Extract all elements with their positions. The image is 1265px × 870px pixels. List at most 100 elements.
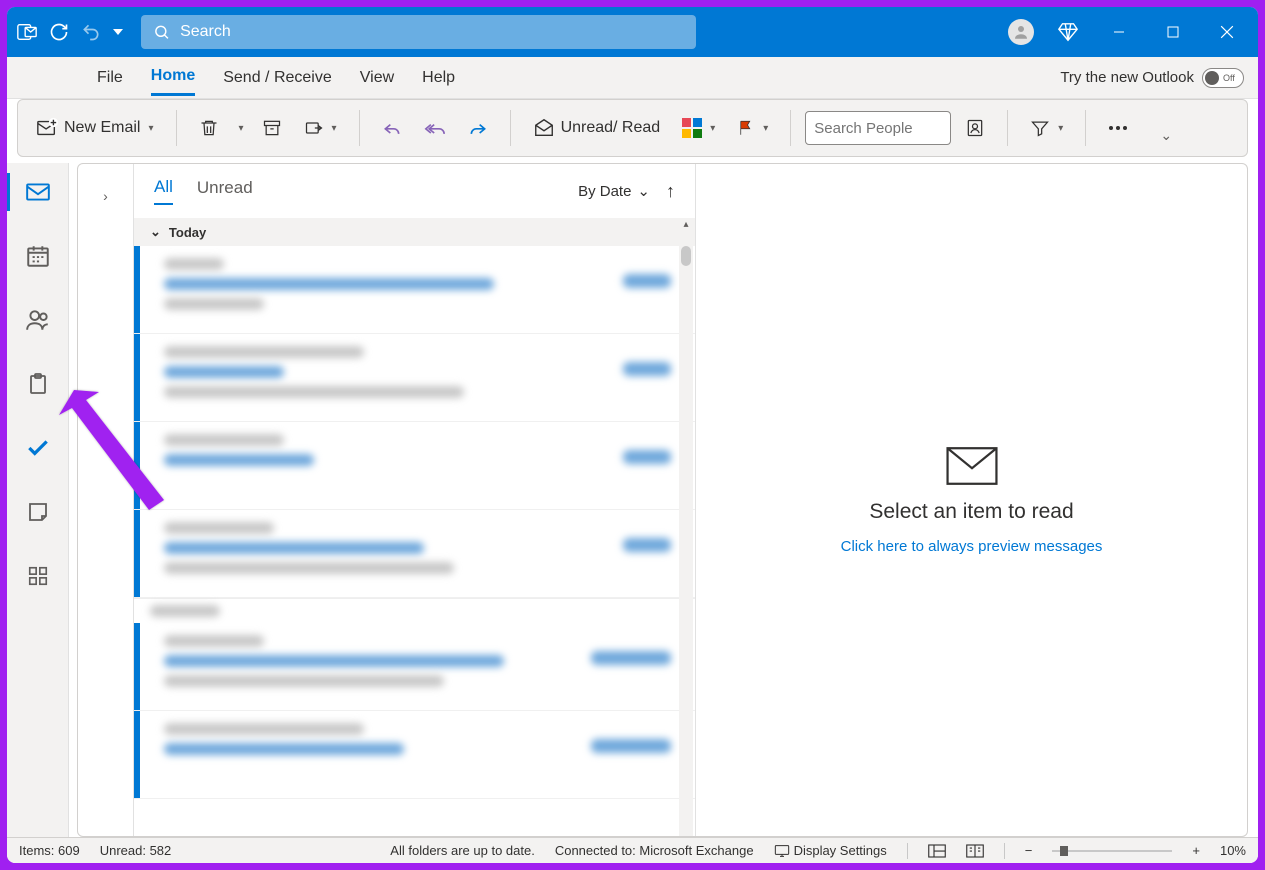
ribbon-collapse-button[interactable]: ⌄ <box>1142 114 1188 156</box>
new-email-button[interactable]: New Email ▾ <box>28 109 162 147</box>
chevron-down-icon: ⌄ <box>637 182 650 200</box>
try-new-outlook: Try the new Outlook Off <box>1060 68 1244 88</box>
status-connected: Connected to: Microsoft Exchange <box>555 843 754 858</box>
group-header[interactable] <box>134 598 695 623</box>
close-button[interactable] <box>1204 7 1250 57</box>
scrollbar[interactable]: ▴ <box>679 219 693 836</box>
display-icon <box>774 844 790 858</box>
minimize-button[interactable] <box>1096 7 1142 57</box>
sync-icon[interactable] <box>47 20 71 44</box>
unread-read-button[interactable]: Unread/ Read <box>525 109 669 147</box>
toggle-off-label: Off <box>1223 73 1235 83</box>
diamond-icon[interactable] <box>1056 20 1080 44</box>
view-normal-button[interactable] <box>928 844 946 858</box>
maximize-button[interactable] <box>1150 7 1196 57</box>
view-reading-button[interactable] <box>966 844 984 858</box>
folder-pane-collapsed: › <box>78 164 134 836</box>
title-bar <box>7 7 1258 57</box>
reply-button[interactable] <box>374 109 410 147</box>
chevron-down-icon: ⌄ <box>150 224 161 240</box>
archive-icon <box>262 118 282 138</box>
menu-help[interactable]: Help <box>422 61 455 95</box>
try-new-toggle[interactable]: Off <box>1202 68 1244 88</box>
outlook-logo-icon <box>15 20 39 44</box>
categorize-icon <box>682 118 702 138</box>
ribbon: New Email ▾ ▾ ▾ Unread/ Read ▾ ▾ ▾ ⌄ <box>17 99 1248 157</box>
search-people-input[interactable] <box>805 111 951 145</box>
archive-button[interactable] <box>254 109 290 147</box>
ellipsis-icon <box>1108 125 1128 131</box>
new-email-icon <box>36 117 58 139</box>
expand-folder-pane-button[interactable]: › <box>103 188 108 836</box>
menu-bar: File Home Send / Receive View Help Try t… <box>7 57 1258 99</box>
reply-all-icon <box>424 118 446 138</box>
mail-item[interactable] <box>134 510 695 598</box>
display-settings-button[interactable]: Display Settings <box>774 843 887 858</box>
filter-icon <box>1030 118 1050 138</box>
app-tasks-icon[interactable] <box>23 369 53 399</box>
tab-unread[interactable]: Unread <box>197 178 253 204</box>
move-button[interactable]: ▾ <box>296 109 345 147</box>
status-unread-count: Unread: 582 <box>100 843 172 858</box>
tab-all[interactable]: All <box>154 177 173 205</box>
search-box[interactable] <box>141 15 696 49</box>
chevron-down-icon: ▾ <box>148 123 153 134</box>
preview-messages-link[interactable]: Click here to always preview messages <box>841 538 1103 555</box>
reading-pane: Select an item to read Click here to alw… <box>696 164 1247 836</box>
flag-button[interactable]: ▾ <box>729 109 776 147</box>
app-notes-icon[interactable] <box>23 497 53 527</box>
search-icon <box>153 23 170 41</box>
menu-file[interactable]: File <box>97 61 123 95</box>
app-people-icon[interactable] <box>23 305 53 335</box>
group-header-today[interactable]: ⌄ Today <box>134 218 695 246</box>
mail-item[interactable] <box>134 711 695 799</box>
undo-icon[interactable] <box>79 20 103 44</box>
app-todo-icon[interactable] <box>23 433 53 463</box>
zoom-out-button[interactable]: − <box>1025 843 1033 858</box>
categorize-button[interactable]: ▾ <box>674 109 723 147</box>
reply-all-button[interactable] <box>416 109 454 147</box>
flag-icon <box>737 119 755 137</box>
app-mail-icon[interactable] <box>23 177 53 207</box>
sort-direction-icon[interactable]: ↑ <box>666 181 675 202</box>
more-options-button[interactable] <box>1100 109 1136 147</box>
scroll-up-icon[interactable]: ▴ <box>679 219 693 230</box>
sort-label: By Date <box>578 183 631 200</box>
account-avatar[interactable] <box>1008 19 1034 45</box>
trash-icon <box>199 118 219 138</box>
filter-button[interactable]: ▾ <box>1022 109 1071 147</box>
display-settings-label: Display Settings <box>794 843 887 858</box>
search-input[interactable] <box>180 23 684 41</box>
envelope-icon <box>944 446 1000 486</box>
menu-view[interactable]: View <box>360 61 394 95</box>
address-book-button[interactable] <box>957 109 993 147</box>
delete-button[interactable] <box>191 109 227 147</box>
forward-button[interactable] <box>460 109 496 147</box>
zoom-slider[interactable] <box>1052 850 1172 852</box>
mail-item[interactable] <box>134 246 695 334</box>
reading-pane-title: Select an item to read <box>869 500 1073 524</box>
quick-access-dropdown-icon[interactable] <box>111 20 125 44</box>
menu-send-receive[interactable]: Send / Receive <box>223 61 332 95</box>
unread-read-label: Unread/ Read <box>561 119 661 137</box>
delete-dropdown[interactable]: ▾ <box>233 109 248 147</box>
sort-by-date[interactable]: By Date ⌄ ↑ <box>578 181 675 202</box>
envelope-open-icon <box>533 117 555 139</box>
mail-list-pane: All Unread By Date ⌄ ↑ ⌄ Today <box>134 164 696 836</box>
scroll-thumb[interactable] <box>681 246 691 266</box>
forward-icon <box>468 118 488 138</box>
move-icon <box>304 118 324 138</box>
menu-home[interactable]: Home <box>151 59 195 96</box>
app-calendar-icon[interactable] <box>23 241 53 271</box>
try-new-label: Try the new Outlook <box>1060 69 1194 86</box>
app-bar <box>7 163 69 837</box>
new-email-label: New Email <box>64 119 140 137</box>
mail-item[interactable] <box>134 422 695 510</box>
zoom-in-button[interactable]: + <box>1192 843 1200 858</box>
app-more-icon[interactable] <box>23 561 53 591</box>
mail-item[interactable] <box>134 623 695 711</box>
mail-item[interactable] <box>134 334 695 422</box>
status-bar: Items: 609 Unread: 582 All folders are u… <box>7 837 1258 863</box>
group-label: Today <box>169 225 206 240</box>
content-area: › All Unread By Date ⌄ ↑ ⌄ Today <box>77 163 1248 837</box>
